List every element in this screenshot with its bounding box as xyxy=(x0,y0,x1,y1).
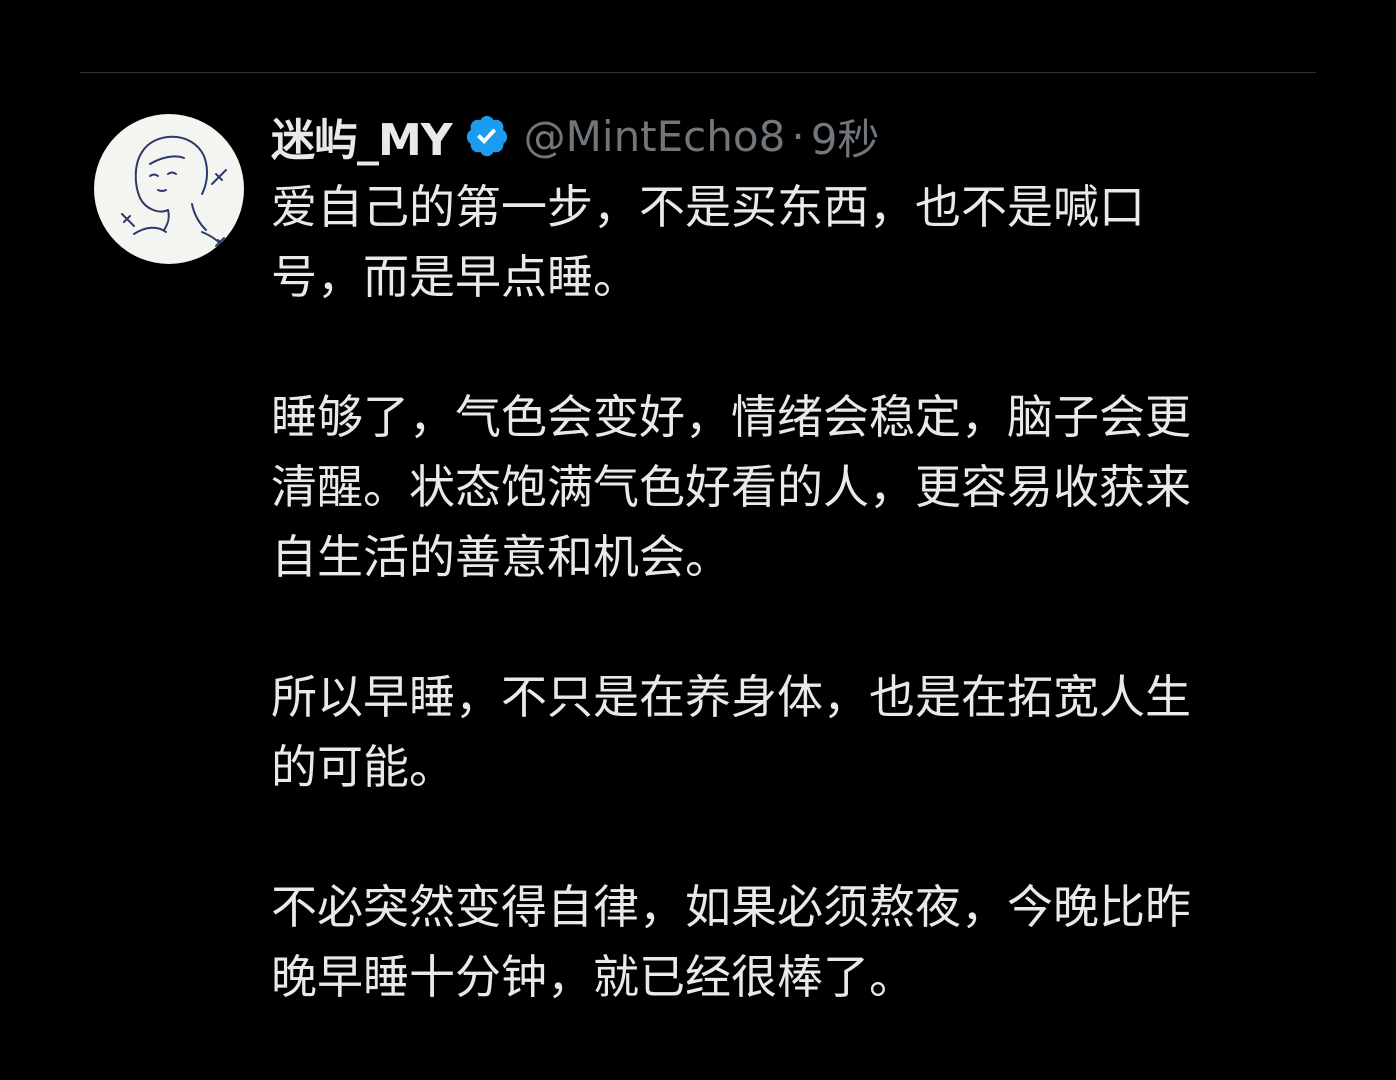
tweet-paragraph: 不必突然变得自律，如果必须熬夜，今晚比昨 晚早睡十分钟，就已经很棒了。 xyxy=(271,872,1311,1012)
avatar-portrait-icon xyxy=(121,135,227,251)
text-line: 晚早睡十分钟，就已经很棒了。 xyxy=(271,950,915,1004)
tweet-header: 迷屿_MY @MintEcho8 · 9秒 xyxy=(271,106,880,167)
text-line: 睡够了，气色会变好，情绪会稳定，脑子会更 xyxy=(271,390,1191,444)
tweet-paragraph: 所以早睡，不只是在养身体，也是在拓宽人生 的可能。 xyxy=(271,662,1311,802)
text-line: 不必突然变得自律，如果必须熬夜，今晚比昨 xyxy=(271,880,1191,934)
tweet-paragraph: 爱自己的第一步，不是买东西，也不是喊口 号，而是早点睡。 xyxy=(271,172,1311,312)
display-name[interactable]: 迷屿_MY xyxy=(271,104,453,168)
tweet-paragraph: 睡够了，气色会变好，情绪会稳定，脑子会更 清醒。状态饱满气色好看的人，更容易收获… xyxy=(271,382,1311,592)
text-line: 的可能。 xyxy=(271,740,455,794)
handle[interactable]: @MintEcho8 xyxy=(524,112,786,161)
tweet-text: 爱自己的第一步，不是买东西，也不是喊口 号，而是早点睡。 睡够了，气色会变好，情… xyxy=(271,172,1311,1012)
text-line: 所以早睡，不只是在养身体，也是在拓宽人生 xyxy=(271,670,1191,724)
avatar[interactable] xyxy=(94,114,244,264)
timestamp[interactable]: 9秒 xyxy=(811,106,880,167)
separator-dot: · xyxy=(791,111,805,161)
text-line: 号，而是早点睡。 xyxy=(271,250,639,304)
verified-badge-icon xyxy=(464,113,510,159)
top-divider xyxy=(80,72,1316,73)
text-line: 爱自己的第一步，不是买东西，也不是喊口 xyxy=(271,180,1145,234)
text-line: 清醒。状态饱满气色好看的人，更容易收获来 xyxy=(271,460,1191,514)
text-line: 自生活的善意和机会。 xyxy=(271,530,731,584)
